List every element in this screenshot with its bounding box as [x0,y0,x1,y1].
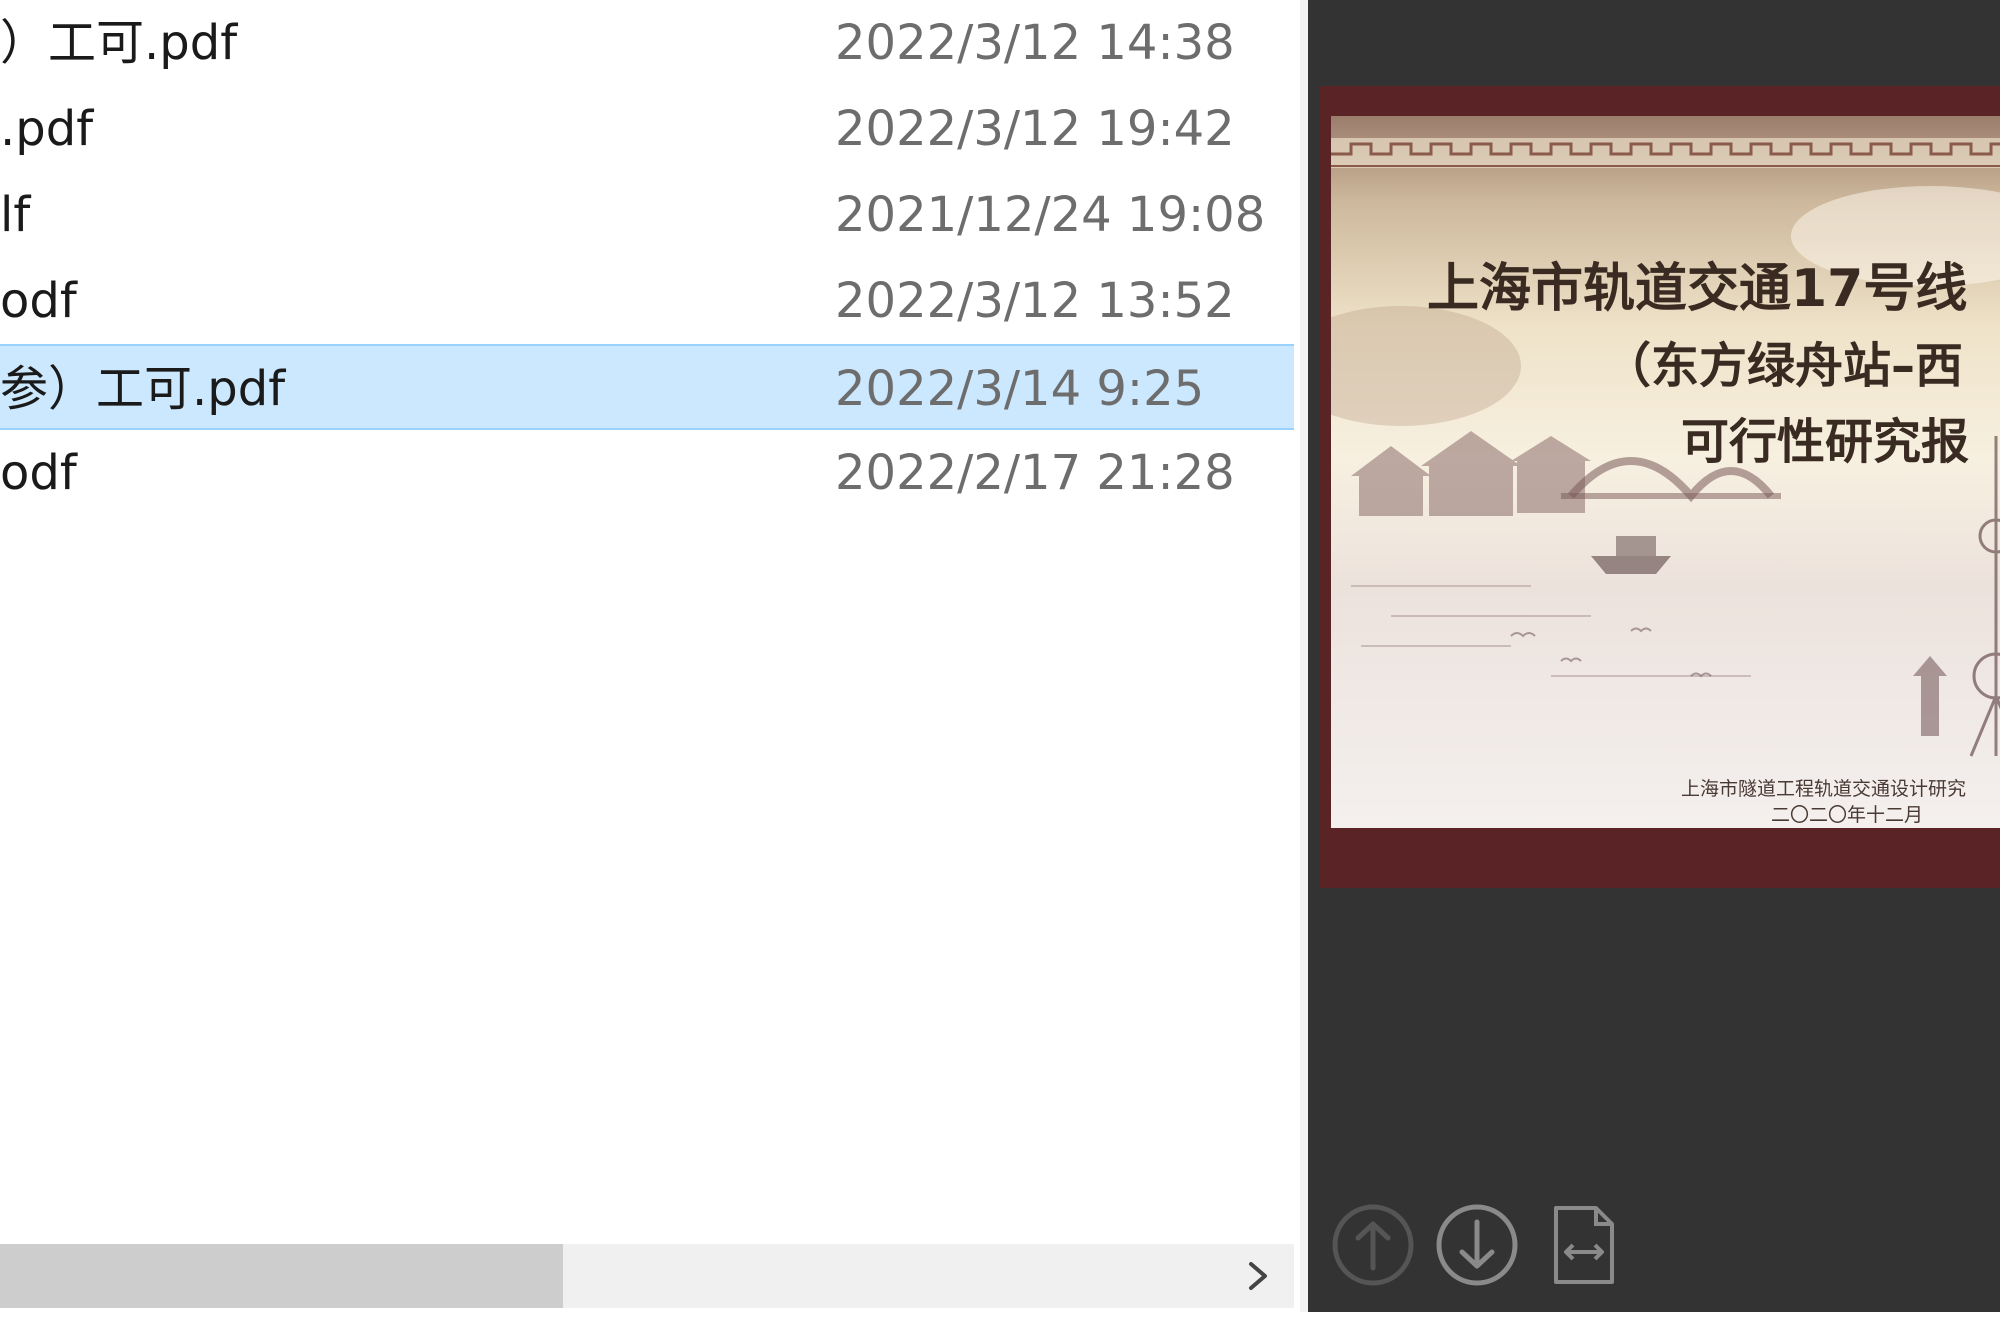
file-name: 参）工可.pdf [0,361,286,417]
file-date-modified: 2022/3/12 19:42 [835,101,1235,157]
document-title-line-2: （东方绿舟站–西 [1603,338,1964,394]
pane-splitter[interactable] [1300,0,1308,1312]
file-name: ）工可.pdf [0,15,238,71]
file-row[interactable]: ）工可.pdf 2022/3/12 14:38 [0,0,1294,86]
file-name: .pdf [0,101,94,157]
document-organization: 上海市隧道工程轨道交通设计研究 [1681,778,1967,800]
document-title-line-3: 可行性研究报 [1681,414,1970,470]
arrow-down-circle-icon [1436,1204,1518,1286]
previous-page-button[interactable] [1328,1200,1418,1290]
file-date-modified: 2022/2/17 21:28 [835,445,1235,501]
next-page-button[interactable] [1432,1200,1522,1290]
file-row[interactable]: odf 2022/2/17 21:28 [0,430,1294,516]
document-preview[interactable]: 上海市轨道交通17号线 （东方绿舟站–西 可行性研究报 上海市隧道工程轨道交通设… [1319,86,2000,888]
file-row[interactable]: .pdf 2022/3/12 19:42 [0,86,1294,172]
preview-pane: 上海市轨道交通17号线 （东方绿舟站–西 可行性研究报 上海市隧道工程轨道交通设… [1308,0,2000,1312]
fit-width-page-icon [1554,1206,1614,1284]
chevron-right-icon [1249,1262,1267,1290]
scroll-right-button[interactable] [1228,1244,1288,1308]
file-row[interactable]: lf 2021/12/24 19:08 [0,172,1294,258]
file-name: lf [0,187,31,243]
file-list-pane: ）工可.pdf 2022/3/12 14:38 .pdf 2022/3/12 19:4… [0,0,1300,1312]
document-date: 二〇二〇年十二月 [1771,804,1924,826]
document-page: 上海市轨道交通17号线 （东方绿舟站–西 可行性研究报 上海市隧道工程轨道交通设… [1331,116,2000,828]
horizontal-scrollbar[interactable] [0,1244,1294,1308]
scrollbar-thumb[interactable] [0,1244,563,1308]
file-name: odf [0,273,77,329]
arrow-up-circle-icon [1332,1204,1414,1286]
file-date-modified: 2022/3/12 13:52 [835,273,1235,329]
file-date-modified: 2022/3/12 14:38 [835,15,1235,71]
file-date-modified: 2021/12/24 19:08 [835,187,1266,243]
file-date-modified: 2022/3/14 9:25 [835,361,1205,417]
file-row-selected[interactable]: 参）工可.pdf 2022/3/14 9:25 [0,344,1294,430]
watercolor-artwork [1331,138,2000,757]
file-name: odf [0,445,77,501]
document-title-line-1: 上海市轨道交通17号线 [1427,259,1968,319]
file-row[interactable]: odf 2022/3/12 13:52 [0,258,1294,344]
fit-width-button[interactable] [1540,1200,1630,1290]
